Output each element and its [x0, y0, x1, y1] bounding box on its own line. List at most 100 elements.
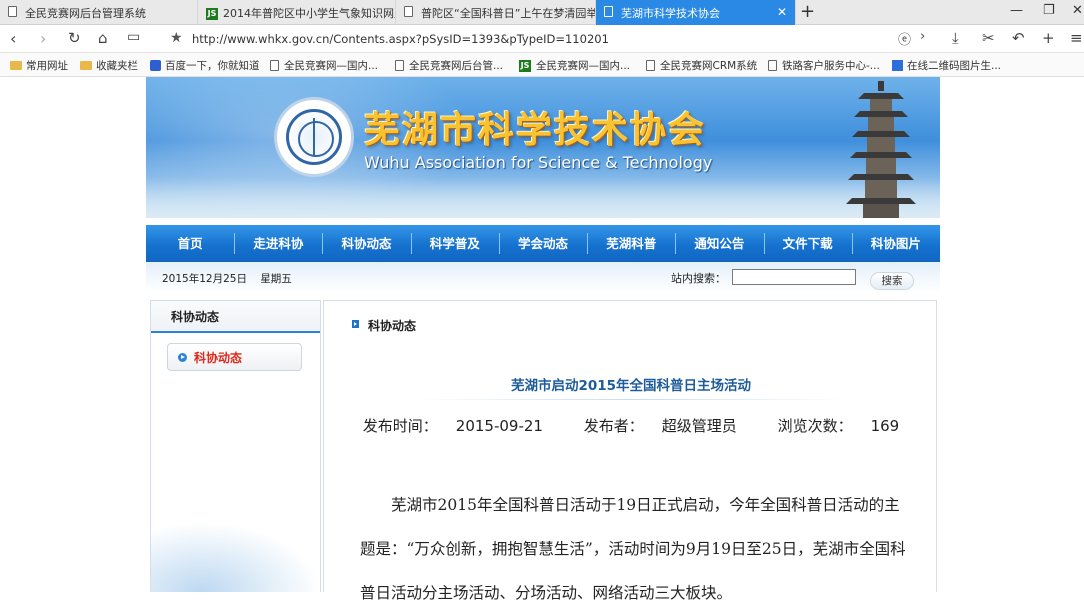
tab-title: 普陀区“全国科普日”上午在梦清园举 [421, 6, 596, 20]
pagoda-image [846, 81, 916, 218]
bookmark-label: 全民竞赛网CRM系统 [660, 60, 758, 72]
site-search-input[interactable] [732, 269, 856, 285]
view-count: 169 [870, 417, 900, 435]
bookmark-item[interactable]: 百度一下，你就知道 [150, 58, 260, 73]
download-icon[interactable]: ⤓ [952, 29, 959, 47]
scissors-icon[interactable]: ✂ [982, 29, 995, 47]
reading-view-icon[interactable]: ▭ [127, 29, 140, 45]
back-icon[interactable]: ‹ [10, 29, 16, 48]
close-window-icon[interactable]: ✕ [1072, 3, 1083, 18]
page-icon [395, 60, 404, 71]
page-icon [604, 6, 615, 19]
search-label: 站内搜索： [671, 272, 726, 285]
nav-photos[interactable]: 科协图片 [851, 225, 940, 262]
bookmark-label: 收藏夹栏 [96, 60, 138, 72]
nav-science-popularization[interactable]: 科学普及 [410, 225, 499, 262]
home-icon[interactable]: ⌂ [98, 29, 108, 47]
sidebar-item-label: 科协动态 [194, 350, 243, 365]
browser-tab-bar: 全民竞赛网后台管理系统 JS 2014年普陀区中小学生气象知识网上竞 普陀区“全… [0, 0, 1084, 25]
baidu-paw-icon [150, 60, 161, 71]
page-icon [768, 60, 777, 71]
js-site-icon: JS [519, 59, 531, 72]
info-bar: 2015年12月25日 星期五 站内搜索： 搜索 [146, 262, 940, 292]
bookmark-label: 全民竞赛网—国内... [536, 60, 631, 72]
page-icon [404, 6, 415, 19]
favorite-star-icon[interactable]: ★ [170, 30, 183, 46]
current-date: 2015年12月25日 星期五 [162, 273, 292, 285]
ie-compat-icon[interactable]: ⓔ [898, 29, 911, 48]
browser-tab-active[interactable]: 芜湖市科学技术协会 ✕ [596, 0, 796, 25]
decorative-graphic [151, 522, 320, 592]
site-banner: 芜湖市科学技术协会 Wuhu Association for Science &… [146, 77, 940, 218]
qr-icon [892, 60, 903, 71]
nav-society-news[interactable]: 学会动态 [498, 225, 587, 262]
divider [416, 399, 846, 400]
bookmark-label: 铁路客户服务中心-... [782, 60, 880, 72]
article-title: 芜湖市启动2015年全国科普日主场活动 [510, 378, 752, 394]
bookmark-item[interactable]: 全民竞赛网后台管... [395, 58, 503, 73]
forward-icon[interactable]: › [40, 29, 46, 48]
bookmarks-bar: 常用网址 收藏夹栏 百度一下，你就知道 全民竞赛网—国内... 全民竞赛网后台管… [0, 53, 1084, 77]
nav-home[interactable]: 首页 [146, 225, 234, 262]
folder-icon [10, 61, 22, 70]
bookmark-item[interactable]: 全民竞赛网CRM系统 [646, 58, 757, 73]
refresh-icon[interactable]: ↻ [68, 29, 81, 47]
bookmark-label: 常用网址 [26, 60, 68, 72]
author: 超级管理员 [661, 417, 737, 435]
bookmark-item[interactable]: 常用网址 [10, 58, 68, 73]
site-subtitle: Wuhu Association for Science & Technolog… [364, 153, 713, 172]
js-site-icon: JS [206, 7, 218, 20]
folder-icon [80, 61, 92, 70]
bookmark-label: 百度一下，你就知道 [165, 60, 260, 72]
tab-title: 全民竞赛网后台管理系统 [25, 6, 146, 20]
browser-tab[interactable]: 普陀区“全国科普日”上午在梦清园举 [396, 0, 596, 25]
page-icon [8, 6, 19, 19]
article-body: 芜湖市2015年全国科普日活动于19日正式启动，今年全国科普日活动的主题是：“万… [360, 496, 906, 602]
article-panel: 科协动态 芜湖市启动2015年全国科普日主场活动 发布时间： 2015-09-21… [323, 300, 938, 602]
url-field[interactable]: http://www.whkx.gov.cn/Contents.aspx?pSy… [192, 32, 609, 46]
sidebar-item-news[interactable]: 科协动态 [167, 343, 302, 371]
tab-title: 芜湖市科学技术协会 [621, 6, 720, 20]
add-icon[interactable]: + [1042, 29, 1055, 47]
new-tab-icon[interactable]: + [800, 1, 815, 22]
minimize-icon[interactable]: — [1010, 3, 1023, 18]
bookmark-label: 在线二维码图片生... [907, 60, 1002, 72]
author-label: 发布者： [583, 417, 644, 435]
bookmark-item[interactable]: 在线二维码图片生... [892, 58, 1001, 73]
chevron-right-icon[interactable]: › [920, 29, 925, 44]
site-title: 芜湖市科学技术协会 [364, 109, 707, 151]
views-label: 浏览次数： [777, 417, 853, 435]
sidebar: 科协动态 科协动态 [150, 300, 321, 592]
publish-time: 2015-09-21 [455, 417, 543, 435]
article-meta: 发布时间： 2015-09-21 发布者： 超级管理员 浏览次数： 169 [324, 415, 938, 436]
breadcrumb[interactable]: 科协动态 [368, 317, 416, 334]
page-icon [270, 60, 279, 71]
main-nav: 首页 走进科协 科协动态 科学普及 学会动态 芜湖科普 通知公告 文件下载 科协… [146, 225, 940, 262]
nav-wuhu-science[interactable]: 芜湖科普 [587, 225, 675, 262]
bookmark-label: 全民竞赛网后台管... [409, 60, 504, 72]
page-icon [646, 60, 655, 71]
restore-icon[interactable]: ❐ [1043, 3, 1055, 18]
close-tab-icon[interactable]: ✕ [777, 5, 787, 19]
browser-tab[interactable]: JS 2014年普陀区中小学生气象知识网上竞 [198, 0, 396, 25]
bookmark-label: 全民竞赛网—国内... [284, 60, 379, 72]
undo-icon[interactable]: ↶ [1012, 29, 1025, 47]
bookmark-item[interactable]: 全民竞赛网—国内... [270, 58, 378, 73]
nav-notices[interactable]: 通知公告 [675, 225, 763, 262]
bookmark-item[interactable]: JS 全民竞赛网—国内... [519, 58, 630, 73]
sidebar-heading: 科协动态 [151, 301, 320, 333]
browser-tab[interactable]: 全民竞赛网后台管理系统 [0, 0, 198, 25]
address-bar: ‹ › ↻ ⌂ ▭ ★ http://www.whkx.gov.cn/Conte… [0, 25, 1084, 53]
menu-icon[interactable]: ≡ [1070, 29, 1083, 47]
publish-time-label: 发布时间： [362, 417, 438, 435]
nav-about[interactable]: 走进科协 [234, 225, 322, 262]
tab-title: 2014年普陀区中小学生气象知识网上竞 [223, 6, 395, 20]
association-emblem [274, 97, 354, 177]
nav-downloads[interactable]: 文件下载 [763, 225, 852, 262]
search-button[interactable]: 搜索 [870, 272, 914, 290]
bookmark-item[interactable]: 铁路客户服务中心-... [768, 58, 880, 73]
play-bullet-icon [352, 320, 359, 328]
play-bullet-icon [178, 353, 187, 362]
nav-news[interactable]: 科协动态 [322, 225, 410, 262]
bookmark-item[interactable]: 收藏夹栏 [80, 58, 138, 73]
